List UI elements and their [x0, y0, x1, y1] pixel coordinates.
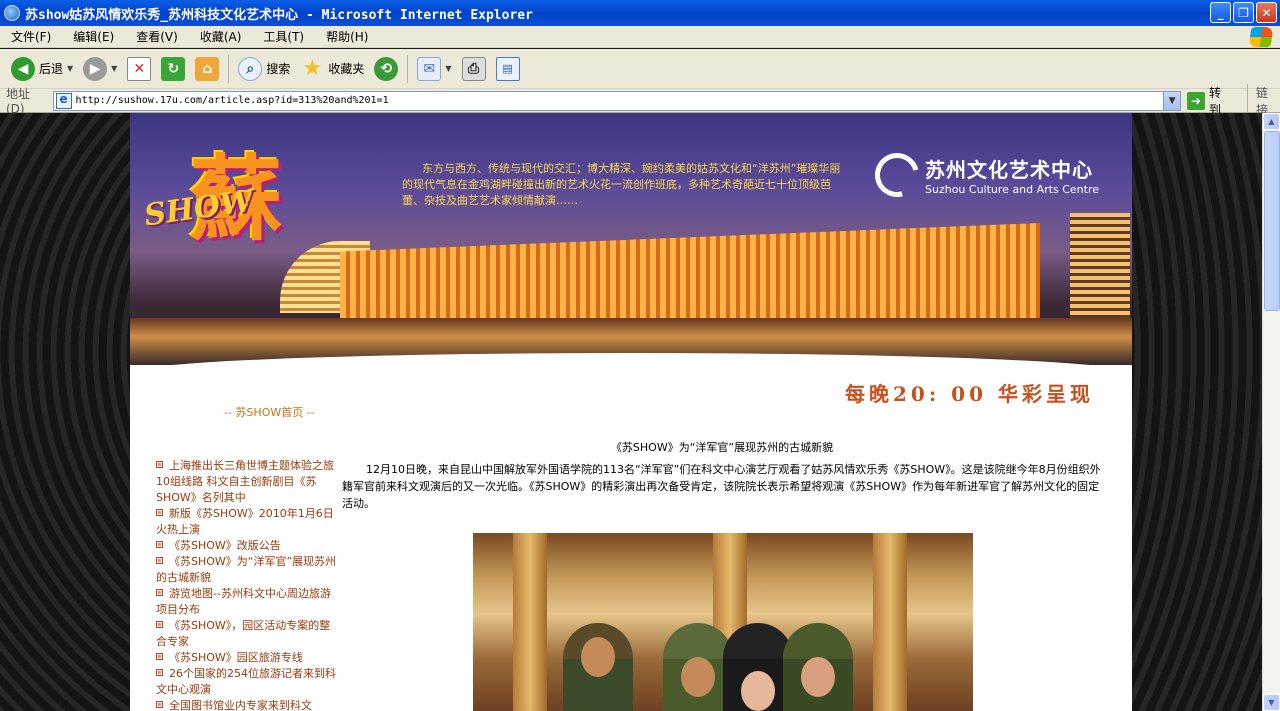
centre-name-en: Suzhou Culture and Arts Centre — [925, 183, 1099, 196]
address-label: 地址(D) — [6, 87, 31, 116]
stop-button[interactable]: ✕ — [122, 53, 156, 85]
photo-face — [801, 657, 835, 697]
bullet-icon — [156, 653, 163, 660]
sidebar-link[interactable]: 《苏SHOW》改版公告 — [156, 538, 338, 554]
menu-file[interactable]: 文件(F) — [0, 28, 62, 45]
web-page: 蘇 SHOW 东方与西方、传统与现代的交汇；博大精深、婉约柔美的姑苏文化和“洋苏… — [130, 113, 1132, 711]
printer-icon: ⎙ — [461, 56, 486, 81]
article-body: 12月10日晚，来自昆山中国解放军外国语学院的113名“洋军官”们在科文中心演艺… — [342, 463, 1101, 510]
page-viewport: 蘇 SHOW 东方与西方、传统与现代的交汇；博大精深、婉约柔美的姑苏文化和“洋苏… — [0, 113, 1262, 711]
showtime-slogan: 每晚20: 00 华彩呈现 — [845, 382, 1094, 406]
page-icon — [55, 92, 72, 109]
menu-help[interactable]: 帮助(H) — [315, 28, 379, 45]
vertical-scrollbar[interactable]: ▲ ▼ — [1262, 113, 1280, 711]
menu-view[interactable]: 查看(V) — [125, 28, 189, 45]
forward-button[interactable]: ▶ ▼ — [78, 53, 122, 85]
star-icon: ★ — [302, 56, 323, 81]
window-controls: _ ❐ ✕ — [1210, 2, 1277, 23]
article: 《苏SHOW》为“洋军官”展现苏州的古城新貌 12月10日晚，来自昆山中国解放军… — [342, 439, 1102, 512]
print-button[interactable]: ⎙ — [457, 53, 491, 85]
edit-button[interactable]: ▤ — [491, 53, 525, 85]
toolbar-separator — [407, 54, 409, 83]
swirl-logo-icon — [866, 144, 928, 206]
sidebar-link[interactable]: 全国图书馆业内专家来到科文 — [156, 698, 338, 711]
windows-logo-icon — [1248, 27, 1274, 47]
ie-icon — [4, 5, 20, 21]
window-titlebar: 苏show姑苏风情欢乐秀_苏州科技文化艺术中心 - Microsoft Inte… — [0, 0, 1280, 26]
arts-centre-logo: 苏州文化艺术中心 Suzhou Culture and Arts Centre — [866, 144, 1099, 206]
home-link[interactable]: -- 苏SHOW首页 -- — [224, 404, 315, 420]
minimize-button[interactable]: _ — [1210, 2, 1231, 23]
toolbar: ◀ 后退 ▼ ▶ ▼ ✕ ↻ ⌂ ⌕ 搜索 ★ 收藏夹 ⟲ ✉ ▼ ⎙ ▤ — [0, 49, 1280, 89]
article-title: 《苏SHOW》为“洋军官”展现苏州的古城新貌 — [610, 441, 834, 454]
mail-button[interactable]: ✉ ▼ — [412, 53, 456, 85]
photo-face — [741, 671, 775, 711]
edit-page-icon: ▤ — [495, 56, 520, 81]
close-button[interactable]: ✕ — [1256, 2, 1277, 23]
centre-name-cn: 苏州文化艺术中心 — [925, 158, 1093, 182]
sidebar-link[interactable]: 《苏SHOW》，园区活动专案的整合专家 — [156, 618, 338, 650]
address-dropdown-button[interactable]: ▼ — [1163, 91, 1181, 110]
header-banner: 蘇 SHOW 东方与西方、传统与现代的交汇；博大精深、婉约柔美的姑苏文化和“洋苏… — [130, 113, 1132, 365]
address-url[interactable]: http://sushow.17u.com/article.asp?id=313… — [76, 95, 389, 106]
back-button[interactable]: ◀ 后退 ▼ — [6, 53, 78, 85]
photo-face — [681, 657, 715, 697]
history-icon: ⟲ — [374, 56, 399, 81]
menu-edit[interactable]: 编辑(E) — [62, 28, 125, 45]
menu-bar: 文件(F) 编辑(E) 查看(V) 收藏(A) 工具(T) 帮助(H) — [0, 26, 1280, 48]
maximize-button[interactable]: ❐ — [1233, 2, 1254, 23]
favorites-label: 收藏夹 — [328, 62, 365, 76]
mail-icon: ✉ — [417, 56, 442, 81]
chevron-down-icon[interactable]: ▼ — [111, 64, 117, 73]
sidebar-link[interactable]: 《苏SHOW》为“洋军官”展现苏州的古城新貌 — [156, 554, 338, 586]
bullet-icon — [156, 557, 163, 564]
scroll-thumb[interactable] — [1264, 131, 1280, 311]
tower-building — [1070, 213, 1130, 318]
bullet-icon — [156, 509, 163, 516]
bullet-icon — [156, 669, 163, 676]
chevron-down-icon[interactable]: ▼ — [445, 64, 451, 73]
history-button[interactable]: ⟲ — [369, 53, 403, 85]
sidebar-link[interactable]: 26个国家的254位旅游记者来到科文中心观演 — [156, 666, 338, 698]
bullet-icon — [156, 589, 163, 596]
search-label: 搜索 — [266, 62, 291, 76]
home-button[interactable]: ⌂ — [190, 53, 224, 85]
article-photo — [473, 533, 973, 711]
toolbar-separator — [228, 54, 230, 83]
arts-centre-building — [340, 223, 1040, 318]
menu-tools[interactable]: 工具(T) — [252, 28, 315, 45]
scroll-up-button[interactable]: ▲ — [1263, 113, 1280, 130]
bullet-icon — [156, 461, 163, 468]
news-sidebar: 上海推出长三角世博主题体验之旅10组线路 科文自主创新剧目《苏SHOW》名列其中… — [156, 458, 338, 711]
sidebar-link[interactable]: 新版《苏SHOW》2010年1月6日火热上演 — [156, 506, 338, 538]
sidebar-link[interactable]: 《苏SHOW》园区旅游专线 — [156, 650, 338, 666]
bullet-icon — [156, 541, 163, 548]
address-bar: 地址(D) http://sushow.17u.com/article.asp?… — [0, 83, 1280, 118]
home-icon: ⌂ — [195, 56, 220, 81]
bullet-icon — [156, 701, 163, 708]
back-arrow-icon: ◀ — [11, 56, 35, 81]
back-label: 后退 — [39, 62, 64, 76]
search-icon: ⌕ — [238, 56, 263, 81]
window-title: 苏show姑苏风情欢乐秀_苏州科技文化艺术中心 - Microsoft Inte… — [25, 7, 533, 23]
refresh-icon: ↻ — [161, 56, 186, 81]
address-input[interactable]: http://sushow.17u.com/article.asp?id=313… — [52, 90, 1182, 111]
go-arrow-icon: ➜ — [1187, 91, 1206, 110]
search-button[interactable]: ⌕ 搜索 — [233, 53, 295, 85]
photo-column — [873, 533, 907, 711]
menu-favorites[interactable]: 收藏(A) — [189, 28, 253, 45]
banner-intro: 东方与西方、传统与现代的交汇；博大精深、婉约柔美的姑苏文化和“洋苏州”璀璨华丽的… — [402, 162, 841, 207]
chevron-down-icon[interactable]: ▼ — [67, 64, 73, 73]
favorites-button[interactable]: ★ 收藏夹 — [295, 53, 369, 85]
sidebar-link[interactable]: 上海推出长三角世博主题体验之旅10组线路 科文自主创新剧目《苏SHOW》名列其中 — [156, 458, 338, 506]
stop-icon: ✕ — [127, 56, 152, 81]
photo-column — [513, 533, 547, 711]
sidebar-link[interactable]: 游览地图--苏州科文中心周边旅游项目分布 — [156, 586, 338, 618]
bullet-icon — [156, 621, 163, 628]
refresh-button[interactable]: ↻ — [156, 53, 190, 85]
photo-face — [581, 637, 615, 677]
scroll-down-button[interactable]: ▼ — [1263, 694, 1280, 711]
forward-arrow-icon: ▶ — [83, 56, 108, 81]
